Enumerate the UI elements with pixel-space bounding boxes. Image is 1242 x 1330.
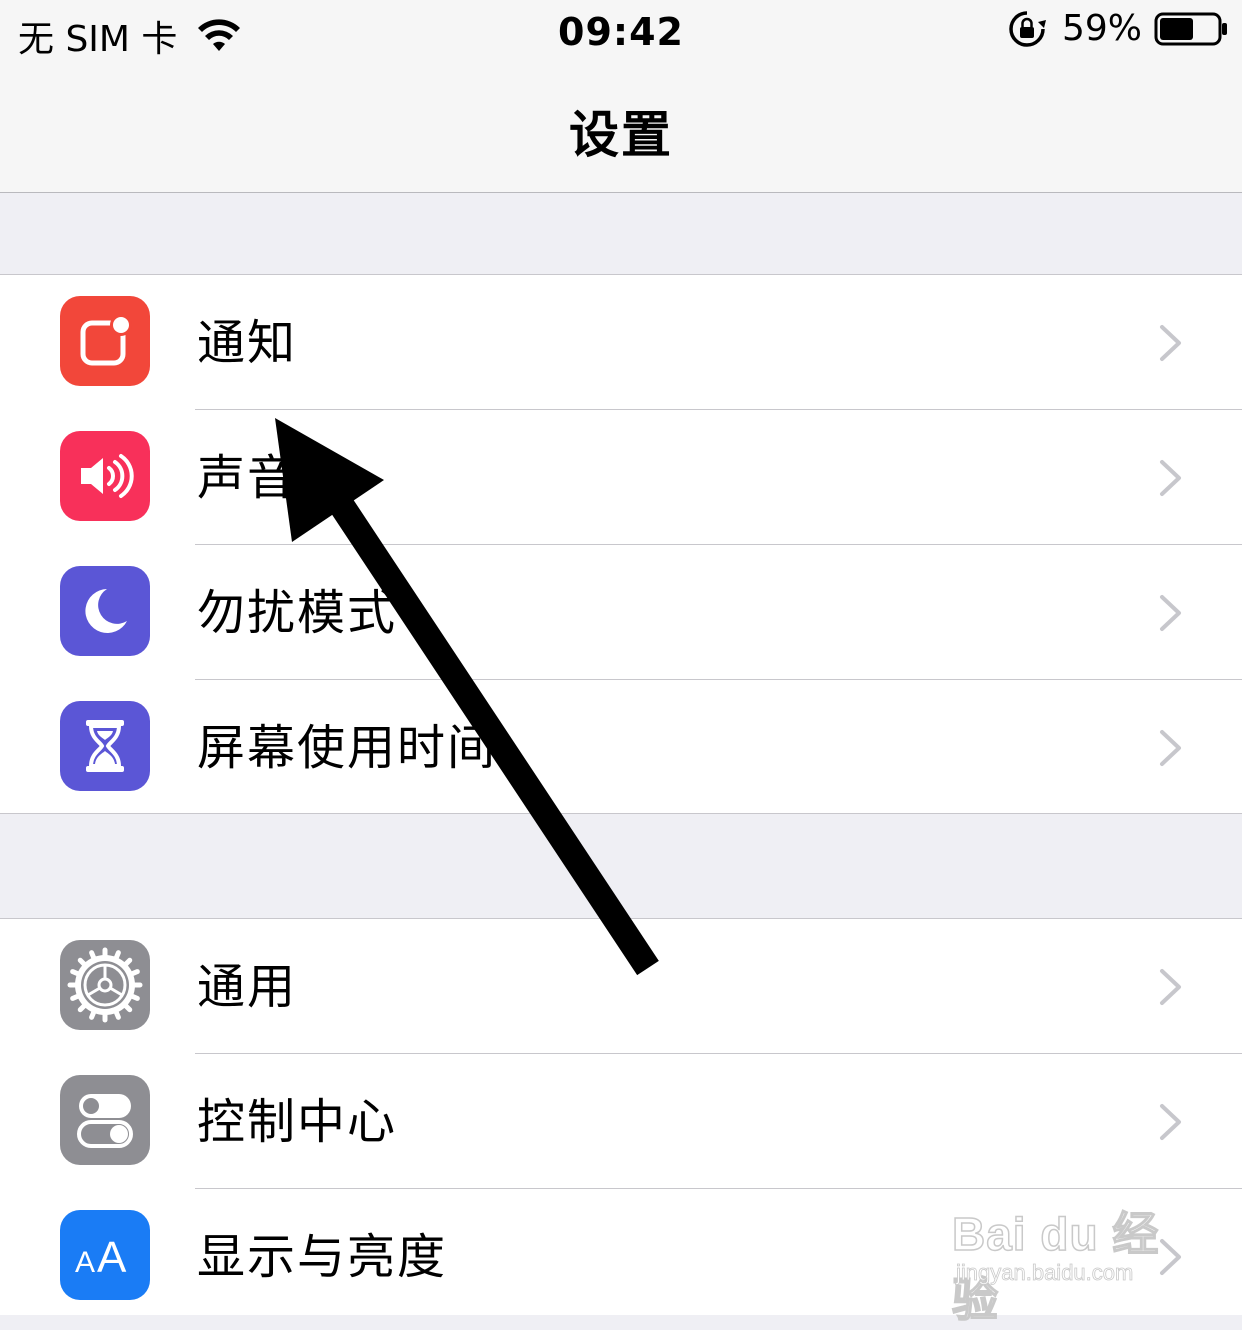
row-label: 通用 — [197, 959, 298, 1015]
row-label: 通知 — [197, 315, 298, 371]
settings-row-control-center[interactable]: 控制中心 — [0, 1054, 1242, 1189]
settings-row-notifications[interactable]: 通知 — [0, 275, 1242, 410]
settings-row-sounds[interactable]: 声音 — [0, 410, 1242, 545]
gear-tooth — [113, 950, 121, 962]
gear-tooth — [128, 993, 140, 1001]
text-size-icon: A A — [60, 1210, 150, 1300]
row-label: 声音 — [197, 450, 298, 506]
orientation-lock-icon — [1009, 10, 1046, 47]
gear-tooth — [128, 969, 140, 977]
gear-tooth — [70, 969, 82, 977]
gear-tooth — [122, 957, 133, 968]
chevron-right-icon — [1160, 325, 1181, 361]
row-label: 勿扰模式 — [197, 585, 398, 641]
settings-row-do-not-disturb[interactable]: 勿扰模式 — [0, 545, 1242, 680]
gear-tooth — [70, 993, 82, 1001]
battery-icon — [1154, 12, 1227, 45]
gear-tooth — [89, 950, 97, 962]
settings-row-general[interactable]: 通用 — [0, 919, 1242, 1054]
chevron-right-icon — [1160, 1104, 1181, 1140]
row-label: 屏幕使用时间 — [197, 720, 498, 776]
battery-percent: 59% — [1061, 8, 1142, 49]
notifications-icon — [60, 296, 150, 386]
chevron-right-icon — [1160, 730, 1181, 766]
svg-text:A: A — [97, 1233, 127, 1280]
chevron-right-icon — [1160, 969, 1181, 1005]
gear-tooth — [113, 1008, 121, 1020]
gear-icon — [60, 940, 150, 1030]
gear-tooth — [89, 1008, 97, 1020]
page-title: 设置 — [569, 106, 673, 164]
svg-text:A: A — [75, 1246, 95, 1279]
row-label: 显示与亮度 — [197, 1229, 448, 1285]
row-label: 控制中心 — [197, 1094, 398, 1150]
gear-tooth — [77, 1002, 88, 1013]
settings-row-screen-time[interactable]: 屏幕使用时间 — [0, 680, 1242, 815]
settings-group-1: 通知 声音 勿扰模式 屏幕使用时间 — [0, 274, 1242, 814]
moon-icon — [60, 566, 150, 656]
chevron-right-icon — [1160, 595, 1181, 631]
speaker-icon — [60, 431, 150, 521]
watermark-url: jingyan.baidu.com — [956, 1260, 1134, 1286]
toggles-icon — [60, 1075, 150, 1165]
chevron-right-icon — [1160, 460, 1181, 496]
watermark: Bai du 经验 jingyan.baidu.com — [951, 1180, 1192, 1327]
navigation-header: 无 SIM 卡 09:42 59% 设置 — [0, 0, 1242, 193]
gear-tooth — [122, 1002, 133, 1013]
status-bar: 无 SIM 卡 09:42 59% — [0, 0, 1242, 64]
hourglass-icon — [60, 701, 150, 791]
gear-tooth — [77, 957, 88, 968]
